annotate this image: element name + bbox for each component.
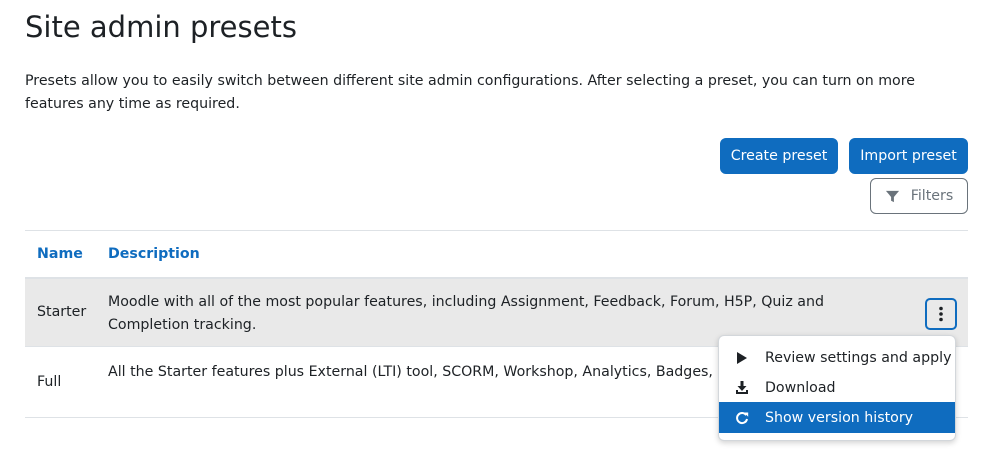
history-icon: [719, 411, 765, 425]
menu-item-review-settings[interactable]: Review settings and apply: [719, 342, 955, 373]
filters-label: Filters: [910, 188, 954, 204]
preset-name: Full: [37, 374, 62, 390]
table-top-divider: [25, 230, 968, 231]
create-preset-button[interactable]: Create preset: [720, 138, 838, 174]
download-icon: [719, 380, 765, 395]
preset-name: Starter: [37, 304, 87, 320]
page-title: Site admin presets: [25, 10, 297, 44]
column-header-name[interactable]: Name: [37, 246, 83, 262]
page-intro: Presets allow you to easily switch betwe…: [25, 73, 915, 112]
filters-button[interactable]: Filters: [870, 178, 968, 214]
menu-item-download[interactable]: Download: [719, 372, 955, 403]
preset-description: Moodle with all of the most popular feat…: [108, 294, 824, 333]
filter-icon: [885, 189, 900, 204]
menu-item-label: Review settings and apply: [765, 349, 952, 366]
menu-item-show-version-history[interactable]: Show version history: [719, 402, 955, 433]
column-header-description[interactable]: Description: [108, 246, 200, 262]
actions-dropdown-menu: Review settings and apply Download Show …: [718, 335, 956, 441]
menu-item-label: Show version history: [765, 409, 914, 426]
menu-item-label: Download: [765, 379, 836, 396]
actions-menu-button[interactable]: [925, 298, 957, 330]
kebab-icon: [938, 306, 944, 322]
import-preset-button[interactable]: Import preset: [849, 138, 968, 174]
play-icon: [719, 351, 765, 365]
